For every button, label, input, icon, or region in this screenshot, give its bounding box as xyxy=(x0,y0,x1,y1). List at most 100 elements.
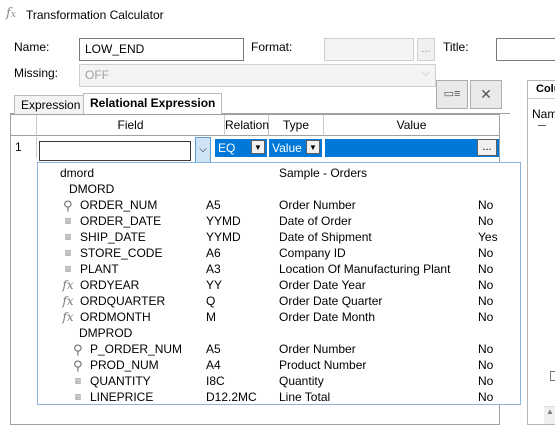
field-format: A5 xyxy=(206,198,221,212)
dropdown-field-row[interactable]: ≡ QUANTITY I8C Quantity No xyxy=(38,373,520,389)
field-missing: Yes xyxy=(478,230,498,244)
field-name: ORDER_DATE xyxy=(80,214,162,228)
dropdown-field-row[interactable]: ≡ SHIP_DATE YYMD Date of Shipment Yes xyxy=(38,229,520,245)
title-bar: fx Transformation Calculator xyxy=(0,0,555,32)
relation-dropdown-icon[interactable]: ▼ xyxy=(251,140,265,154)
dropdown-field-row[interactable]: ≡ LINEPRICE D12.2MC Line Total No xyxy=(38,389,520,405)
field-icon: ≡ xyxy=(64,262,72,276)
key-icon: ⚲ xyxy=(63,198,73,213)
tree-collapse-icon[interactable] xyxy=(538,125,546,126)
field-missing: No xyxy=(478,246,494,260)
field-name: ORDER_NUM xyxy=(80,198,158,212)
field-format: Q xyxy=(206,294,216,308)
field-format: YYMD xyxy=(206,214,241,228)
dropdown-field-row[interactable]: ⚲ P_ORDER_NUM A5 Order Number No xyxy=(38,341,520,357)
field-missing: No xyxy=(478,278,494,292)
row-index: 1 xyxy=(11,137,37,158)
value-ellipsis-button[interactable]: ... xyxy=(477,139,497,156)
name-input[interactable]: LOW_END xyxy=(79,38,244,61)
format-input[interactable] xyxy=(324,38,414,61)
chevron-down-icon: ⌵ xyxy=(199,144,207,155)
field-format: A6 xyxy=(206,246,221,260)
field-dropdown-list[interactable]: dmord Sample - Orders DMORD ⚲ ORDER_NUM A5 Ord… xyxy=(37,162,521,405)
missing-select[interactable]: OFF ⌵ xyxy=(79,64,436,87)
field-name: STORE_CODE xyxy=(80,246,163,260)
relation-column-header[interactable]: Relation xyxy=(225,115,269,136)
dropdown-field-row[interactable]: fx ORDQUARTER Q Order Date Quarter No xyxy=(38,293,520,309)
field-missing: No xyxy=(478,374,494,388)
relation-value: EQ xyxy=(218,141,236,155)
segment-name: DMORD xyxy=(69,182,115,196)
field-title: Order Date Year xyxy=(279,278,366,292)
field-title: Company ID xyxy=(279,246,346,260)
window-title: Transformation Calculator xyxy=(26,8,164,22)
field-title: Date of Shipment xyxy=(279,230,372,244)
field-dropdown-rows: dmord Sample - Orders DMORD ⚲ ORDER_NUM A5 Ord… xyxy=(38,163,520,404)
field-icon: ≡ xyxy=(64,230,72,244)
type-select[interactable]: Value ▼ xyxy=(269,139,322,157)
field-title: Quantity xyxy=(279,374,324,388)
close-icon: ✕ xyxy=(480,86,492,102)
type-value: Value xyxy=(272,141,302,155)
checkbox-icon[interactable] xyxy=(550,371,555,381)
field-name: LINEPRICE xyxy=(90,390,154,404)
segment-name: DMPROD xyxy=(79,326,133,340)
field-missing: No xyxy=(478,358,494,372)
field-format: D12.2MC xyxy=(206,390,257,404)
scroll-down-icon[interactable]: ▲ xyxy=(544,406,555,424)
field-title: Order Number xyxy=(279,198,356,212)
dropdown-field-row[interactable]: ≡ PLANT A3 Location Of Manufacturing Plant N… xyxy=(38,261,520,277)
dropdown-field-row[interactable]: ≡ STORE_CODE A6 Company ID No xyxy=(38,245,520,261)
tab-expression[interactable]: Expression xyxy=(14,95,88,114)
field-combo-input[interactable] xyxy=(39,141,191,161)
row-header-corner xyxy=(11,115,37,136)
dropdown-field-row[interactable]: ⚲ ORDER_NUM A5 Order Number No xyxy=(38,197,520,213)
value-input[interactable]: ... xyxy=(325,139,499,157)
field-icon: ≡ xyxy=(64,246,72,260)
tab-expression-label: Expression xyxy=(21,98,81,112)
tab-relational-expression[interactable]: Relational Expression xyxy=(83,93,223,114)
field-missing: No xyxy=(478,262,494,276)
chevron-down-icon: ⌵ xyxy=(421,67,430,79)
toggle-panel-button[interactable]: ▭≡ xyxy=(436,80,468,109)
dropdown-segment-row[interactable]: DMORD xyxy=(38,181,520,197)
title-input[interactable] xyxy=(496,38,555,61)
dropdown-root-row[interactable]: dmord Sample - Orders xyxy=(38,165,520,181)
dropdown-field-row[interactable]: ≡ ORDER_DATE YYMD Date of Order No xyxy=(38,213,520,229)
dropdown-segment-row[interactable]: DMPROD xyxy=(38,325,520,341)
missing-value: OFF xyxy=(85,68,109,82)
dropdown-field-row[interactable]: fx ORDMONTH M Order Date Month No xyxy=(38,309,520,325)
field-missing: No xyxy=(478,198,494,212)
field-name: PLANT xyxy=(80,262,119,276)
value-column-header[interactable]: Value xyxy=(324,115,499,136)
type-column-header[interactable]: Type xyxy=(269,115,324,136)
field-column-header[interactable]: Field xyxy=(37,115,225,136)
field-title: Location Of Manufacturing Plant xyxy=(279,262,451,276)
relation-select[interactable]: EQ ▼ xyxy=(215,139,267,157)
field-title: Date of Order xyxy=(279,214,352,228)
format-label: Format: xyxy=(251,40,293,54)
dropdown-field-row[interactable]: ⚲ PROD_NUM A4 Product Number No xyxy=(38,357,520,373)
field-dropdown-button[interactable]: ⌵ xyxy=(195,137,211,163)
field-name: ORDMONTH xyxy=(80,310,151,324)
fx-icon: fx xyxy=(62,310,74,324)
field-format: YY xyxy=(206,278,223,292)
field-missing: No xyxy=(478,294,494,308)
name-label: Name: xyxy=(14,40,50,54)
field-name: SHIP_DATE xyxy=(80,230,146,244)
field-missing: No xyxy=(478,342,494,356)
field-missing: No xyxy=(478,310,494,324)
field-format: YYMD xyxy=(206,230,241,244)
type-dropdown-icon[interactable]: ▼ xyxy=(306,140,320,154)
field-title: Order Date Quarter xyxy=(279,294,383,308)
field-icon: ≡ xyxy=(74,390,82,404)
close-button[interactable]: ✕ xyxy=(470,80,502,109)
root-name: dmord xyxy=(60,166,95,180)
field-format: I8C xyxy=(206,374,225,388)
dropdown-field-row[interactable]: fx ORDYEAR YY Order Date Year No xyxy=(38,277,520,293)
columns-panel-header: Colu xyxy=(528,81,555,99)
field-title: Line Total xyxy=(279,390,331,404)
format-button[interactable]: ... xyxy=(417,38,435,61)
key-icon: ⚲ xyxy=(73,342,83,357)
missing-label: Missing: xyxy=(14,66,59,80)
